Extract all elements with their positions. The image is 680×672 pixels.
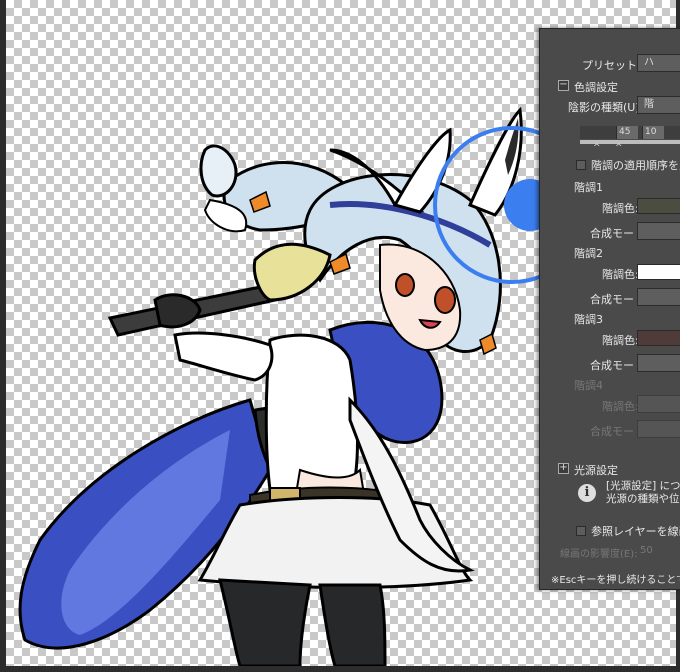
tone-1-color-swatch[interactable]: [637, 198, 680, 214]
reverse-order-checkbox[interactable]: [576, 160, 586, 170]
tone-1-mode-dropdown[interactable]: [637, 222, 680, 240]
tone-2-title: 階調2: [574, 247, 603, 260]
slider-handle-2[interactable]: ^: [615, 143, 623, 153]
light-section-title: 光源設定: [574, 464, 618, 477]
tone-1-title: 階調1: [574, 181, 603, 194]
ref-layer-label: 参照レイヤーを線画とす: [591, 525, 680, 538]
tone-2-color-label: 階調色:: [602, 268, 639, 281]
slider-value-2[interactable]: 10: [642, 126, 664, 139]
footer-note: ※Escキーを押し続けることでプレビ: [551, 575, 680, 586]
tone-section-title: 色調設定: [574, 81, 618, 94]
tone-4-title: 階調4: [574, 379, 603, 392]
tone-2-color-swatch[interactable]: [637, 264, 680, 280]
info-icon: i: [578, 484, 596, 502]
tone-3-title: 階調3: [574, 313, 603, 326]
tone-3-color-label: 階調色:: [602, 334, 639, 347]
preset-dropdown[interactable]: ハ: [637, 54, 680, 72]
line-influence-value[interactable]: 50: [640, 545, 653, 556]
shade-assist-panel: プリセット(B): ハ − 色調設定 陰影の種類(U): 階 45 10 ^ ^…: [539, 28, 680, 590]
plus-toggle-icon[interactable]: +: [558, 463, 569, 474]
tone-4-color-swatch: [637, 395, 680, 413]
tone-range-slider[interactable]: 45 10: [580, 126, 680, 139]
tone-2-mode-dropdown[interactable]: [637, 288, 680, 306]
tone-4-mode-dropdown: [637, 420, 680, 438]
slider-value-1[interactable]: 45: [616, 126, 638, 139]
tone-1-color-label: 階調色:: [602, 202, 639, 215]
tone-3-color-swatch[interactable]: [637, 330, 680, 346]
ref-layer-checkbox[interactable]: [576, 526, 586, 536]
reverse-order-label: 階調の適用順序を反転: [591, 159, 680, 172]
minus-toggle-icon[interactable]: −: [558, 80, 569, 91]
light-info-line-2: 光源の種類や位置: [606, 493, 680, 505]
preset-value: ハ: [644, 57, 654, 68]
tone-3-mode-dropdown[interactable]: (: [637, 354, 680, 372]
shade-type-dropdown[interactable]: 階: [637, 96, 680, 114]
tone-4-color-label: 階調色:: [602, 400, 639, 413]
shade-type-label: 陰影の種類(U):: [568, 101, 644, 114]
slider-handle-1[interactable]: ^: [593, 143, 601, 153]
shade-type-value: 階: [644, 99, 654, 110]
line-influence-label: 線画の影響度(E):: [560, 549, 638, 560]
